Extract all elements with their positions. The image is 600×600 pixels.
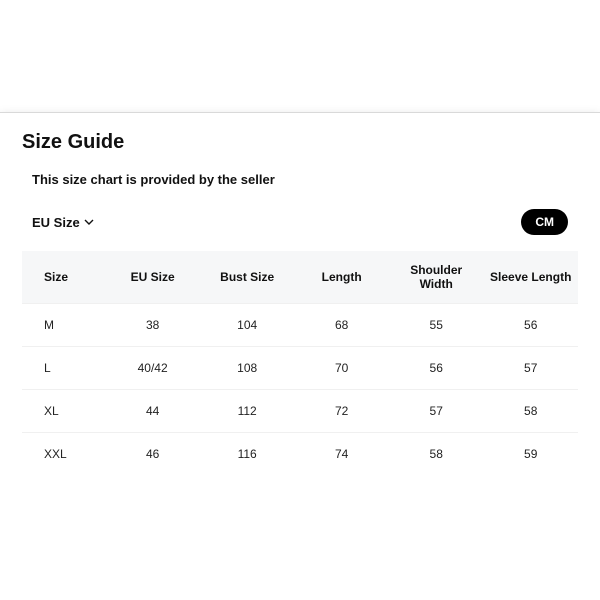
unit-toggle-label: CM [535, 215, 554, 229]
cell-length: 70 [294, 347, 389, 390]
table-row: L 40/42 108 70 56 57 [22, 347, 578, 390]
region-select-label: EU Size [32, 215, 80, 230]
cell-shoulder: 58 [389, 433, 484, 476]
cell-length: 68 [294, 304, 389, 347]
cell-length: 74 [294, 433, 389, 476]
table-row: XXL 46 116 74 58 59 [22, 433, 578, 476]
col-length: Length [294, 251, 389, 304]
chevron-down-icon [84, 217, 94, 227]
cell-eu: 44 [105, 390, 200, 433]
col-eu-size: EU Size [105, 251, 200, 304]
cell-bust: 104 [200, 304, 295, 347]
table-row: M 38 104 68 55 56 [22, 304, 578, 347]
table-header-row: Size EU Size Bust Size Length Shoulder W… [22, 251, 578, 304]
page: Size Guide This size chart is provided b… [0, 0, 600, 600]
cell-eu: 38 [105, 304, 200, 347]
table-row: XL 44 112 72 57 58 [22, 390, 578, 433]
cell-shoulder: 55 [389, 304, 484, 347]
col-size: Size [22, 251, 105, 304]
blank-region [0, 0, 600, 112]
cell-shoulder: 57 [389, 390, 484, 433]
cell-size: XXL [22, 433, 105, 476]
region-select[interactable]: EU Size [32, 215, 94, 230]
size-guide-panel: Size Guide This size chart is provided b… [0, 112, 600, 600]
cell-sleeve: 58 [483, 390, 578, 433]
cell-size: L [22, 347, 105, 390]
size-table: Size EU Size Bust Size Length Shoulder W… [22, 251, 578, 475]
cell-bust: 112 [200, 390, 295, 433]
cell-shoulder: 56 [389, 347, 484, 390]
cell-sleeve: 59 [483, 433, 578, 476]
cell-eu: 40/42 [105, 347, 200, 390]
cell-size: XL [22, 390, 105, 433]
cell-bust: 108 [200, 347, 295, 390]
seller-note: This size chart is provided by the selle… [32, 172, 578, 187]
cell-length: 72 [294, 390, 389, 433]
cell-eu: 46 [105, 433, 200, 476]
cell-sleeve: 57 [483, 347, 578, 390]
col-bust-size: Bust Size [200, 251, 295, 304]
controls-row: EU Size CM [32, 209, 568, 235]
col-sleeve-length: Sleeve Length [483, 251, 578, 304]
page-title: Size Guide [22, 131, 578, 154]
cell-size: M [22, 304, 105, 347]
cell-sleeve: 56 [483, 304, 578, 347]
cell-bust: 116 [200, 433, 295, 476]
col-shoulder-width: Shoulder Width [389, 251, 484, 304]
unit-toggle-cm[interactable]: CM [521, 209, 568, 235]
